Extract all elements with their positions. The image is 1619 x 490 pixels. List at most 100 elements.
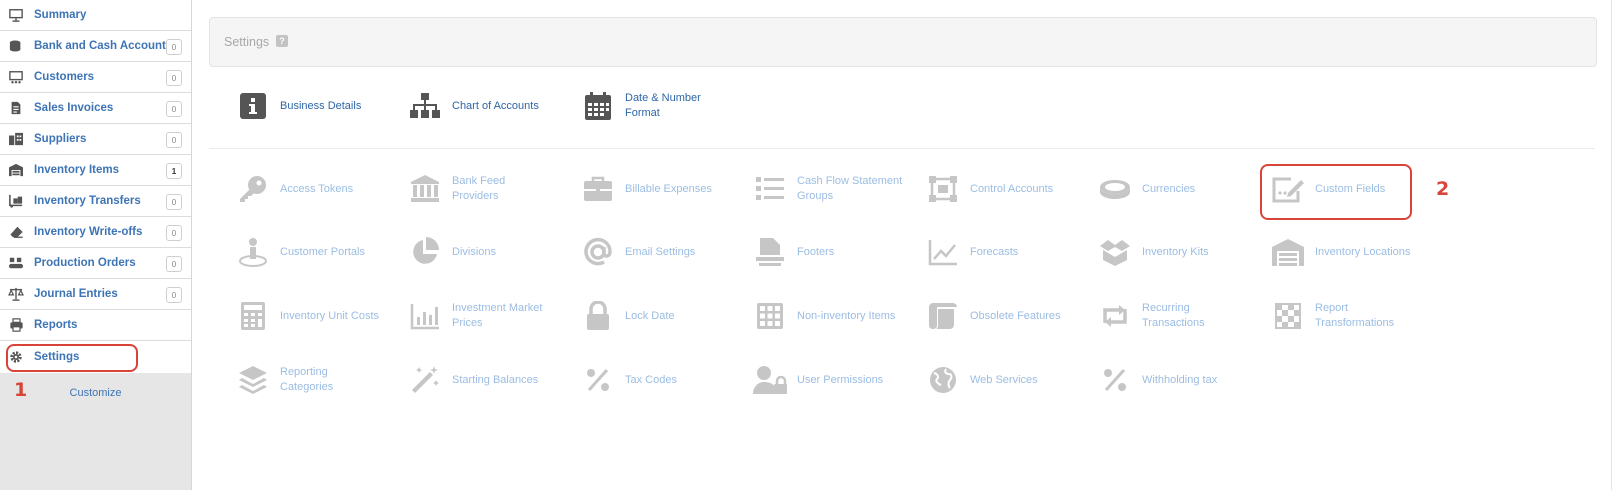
settings-billable-expenses[interactable]: Billable Expenses [581, 169, 751, 209]
key-icon [236, 172, 270, 206]
settings-tax-codes[interactable]: Tax Codes [581, 360, 751, 400]
settings-currencies[interactable]: Currencies [1098, 169, 1268, 209]
item-label: Non-inventory Items [797, 309, 896, 322]
item-label: Withholding tax [1142, 373, 1218, 386]
sidebar-item-bank-and-cash-accounts[interactable]: Bank and Cash Accounts 0 [0, 31, 191, 62]
chess-board-icon [1271, 299, 1305, 333]
item-label: Forecasts [970, 245, 1019, 258]
settings-control-accounts[interactable]: Control Accounts [926, 169, 1096, 209]
portal-icon [236, 235, 270, 269]
help-icon[interactable]: ? [276, 35, 288, 47]
highlight-settings [6, 344, 138, 372]
item-label: Billable Expenses [625, 182, 712, 195]
grid-icon [753, 299, 787, 333]
sidebar-item-label: Inventory Write-offs [34, 226, 143, 238]
item-label: Bank Feed Providers [452, 175, 506, 202]
warehouse-icon [8, 162, 24, 178]
settings-recurring-transactions[interactable]: Recurring Transactions [1098, 296, 1268, 336]
item-label: Date & Number Format [625, 92, 701, 119]
settings-report-transformations[interactable]: Report Transformations [1271, 296, 1441, 336]
sidebar-item-label: Inventory Transfers [34, 195, 141, 207]
sidebar-item-journal-entries[interactable]: Journal Entries 0 [0, 279, 191, 310]
count-badge: 0 [166, 287, 182, 303]
sitemap-icon [408, 89, 442, 123]
settings-date-number-format[interactable]: Date & Number Format [581, 86, 751, 126]
sidebar-item-production-orders[interactable]: Production Orders 0 [0, 248, 191, 279]
printer-icon [8, 317, 24, 333]
dolly-icon [8, 193, 24, 209]
conveyor-icon [8, 255, 24, 271]
sidebar-item-inventory-write-offs[interactable]: Inventory Write-offs 0 [0, 217, 191, 248]
globe-icon [926, 363, 960, 397]
briefcase-icon [581, 172, 615, 206]
sidebar-item-label: Reports [34, 319, 78, 331]
customize-link[interactable]: Customize [0, 387, 191, 399]
sidebar-item-summary[interactable]: Summary [0, 0, 191, 31]
settings-inventory-unit-costs[interactable]: Inventory Unit Costs [236, 296, 406, 336]
settings-reporting-categories[interactable]: Reporting Categories [236, 360, 406, 400]
calculator-icon [236, 299, 270, 333]
settings-chart-of-accounts[interactable]: Chart of Accounts [408, 86, 578, 126]
settings-starting-balances[interactable]: Starting Balances [408, 360, 578, 400]
window-scrollbar-edge [1611, 0, 1619, 490]
settings-obsolete-features[interactable]: Obsolete Features [926, 296, 1096, 336]
settings-forecasts[interactable]: Forecasts [926, 232, 1096, 272]
percent-icon [1098, 363, 1132, 397]
building-icon [8, 131, 24, 147]
sidebar-item-label: Suppliers [34, 133, 87, 145]
warehouse-icon [1271, 235, 1305, 269]
sidebar-item-customers[interactable]: Customers 0 [0, 62, 191, 93]
settings-cash-flow-statement-groups[interactable]: Cash Flow Statement Groups [753, 169, 923, 209]
item-label: Inventory Kits [1142, 245, 1209, 258]
settings-customer-portals[interactable]: Customer Portals [236, 232, 406, 272]
invoice-icon [8, 100, 24, 116]
count-badge: 0 [166, 70, 182, 86]
highlight-custom-fields [1260, 164, 1412, 220]
line-chart-icon [926, 235, 960, 269]
item-label: Business Details [280, 99, 362, 112]
settings-business-details[interactable]: Business Details [236, 86, 406, 126]
lock-icon [581, 299, 615, 333]
count-badge: 0 [166, 256, 182, 272]
settings-web-services[interactable]: Web Services [926, 360, 1096, 400]
item-label: Investment Market Prices [452, 302, 543, 329]
settings-inventory-kits[interactable]: Inventory Kits [1098, 232, 1268, 272]
sidebar-item-suppliers[interactable]: Suppliers 0 [0, 124, 191, 155]
eraser-icon [8, 224, 24, 240]
item-label: Currencies [1142, 182, 1196, 195]
sidebar-item-sales-invoices[interactable]: Sales Invoices 0 [0, 93, 191, 124]
percent-icon [581, 363, 615, 397]
list-icon [753, 172, 787, 206]
settings-bank-feed-providers[interactable]: Bank Feed Providers [408, 169, 578, 209]
settings-investment-market-prices[interactable]: Investment Market Prices [408, 296, 578, 336]
settings-withholding-tax[interactable]: Withholding tax [1098, 360, 1268, 400]
boxes-icon [1098, 235, 1132, 269]
settings-footers[interactable]: Footers [753, 232, 923, 272]
item-label: Tax Codes [625, 373, 677, 386]
settings-access-tokens[interactable]: Access Tokens [236, 169, 406, 209]
count-badge: 0 [166, 132, 182, 148]
settings-inventory-locations[interactable]: Inventory Locations [1271, 232, 1441, 272]
sidebar-item-inventory-transfers[interactable]: Inventory Transfers 0 [0, 186, 191, 217]
balance-scale-icon [8, 286, 24, 302]
item-label: Cash Flow Statement Groups [797, 175, 903, 202]
settings-divisions[interactable]: Divisions [408, 232, 578, 272]
at-icon [581, 235, 615, 269]
settings-email-settings[interactable]: Email Settings [581, 232, 751, 272]
settings-non-inventory-items[interactable]: Non-inventory Items [753, 296, 923, 336]
sidebar-item-reports[interactable]: Reports [0, 310, 191, 341]
item-label: Recurring Transactions [1142, 302, 1205, 329]
pie-chart-icon [408, 235, 442, 269]
item-label: Control Accounts [970, 182, 1054, 195]
item-label: User Permissions [797, 373, 884, 386]
retweet-icon [1098, 299, 1132, 333]
count-badge: 0 [166, 194, 182, 210]
sidebar-item-label: Journal Entries [34, 288, 118, 300]
sidebar-item-label: Summary [34, 9, 87, 21]
item-label: Reporting Categories [280, 366, 334, 393]
settings-user-permissions[interactable]: User Permissions [753, 360, 923, 400]
sidebar-item-inventory-items[interactable]: Inventory Items 1 [0, 155, 191, 186]
item-label: Divisions [452, 245, 497, 258]
presentation-icon [8, 7, 24, 23]
settings-lock-date[interactable]: Lock Date [581, 296, 751, 336]
